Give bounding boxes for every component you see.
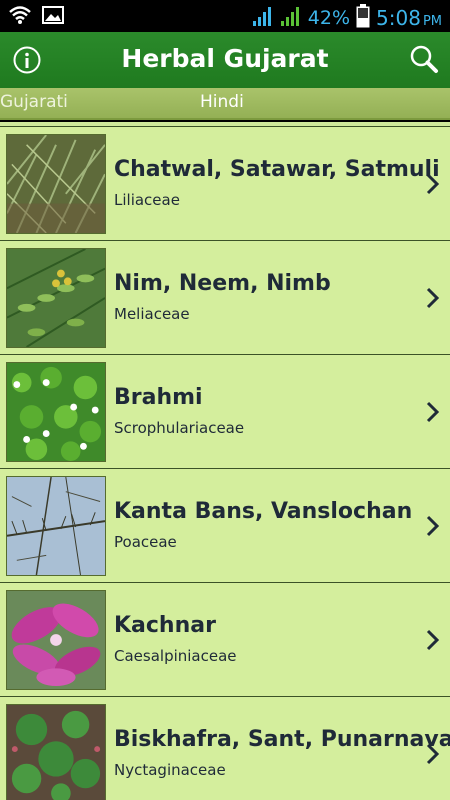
clock-ampm: PM	[422, 14, 442, 29]
clock: 5:08	[376, 6, 421, 30]
chevron-right-icon	[424, 171, 442, 197]
plant-family: Meliaceae	[114, 305, 190, 323]
plant-thumbnail	[6, 590, 106, 690]
status-bar: 42% 5:08 PM	[0, 0, 450, 32]
list-item[interactable]: Biskhafra, Sant, Punarnava Nyctaginaceae	[0, 696, 450, 800]
plant-list: Chatwal, Satawar, Satmuli Liliaceae Nim,…	[0, 122, 450, 800]
app-title: Herbal Gujarat	[121, 44, 329, 73]
plant-name: Biskhafra, Sant, Punarnava	[114, 727, 450, 752]
chevron-right-icon	[424, 285, 442, 311]
tab-hindi[interactable]: Hindi	[200, 92, 260, 112]
action-bar: Herbal Gujarat	[0, 32, 450, 88]
plant-family: Poaceae	[114, 533, 177, 551]
plant-thumbnail	[6, 134, 106, 234]
list-item[interactable]: Brahmi Scrophulariaceae	[0, 354, 450, 468]
wifi-icon	[8, 5, 32, 29]
list-item[interactable]: Kanta Bans, Vanslochan Poaceae	[0, 468, 450, 582]
list-item[interactable]: Chatwal, Satawar, Satmuli Liliaceae	[0, 126, 450, 240]
plant-family: Caesalpiniaceae	[114, 647, 237, 665]
plant-thumbnail	[6, 362, 106, 462]
plant-family: Scrophulariaceae	[114, 419, 245, 437]
chevron-right-icon	[424, 627, 442, 653]
chevron-right-icon	[424, 741, 442, 767]
chevron-right-icon	[424, 399, 442, 425]
gallery-icon	[42, 5, 64, 29]
plant-name: Kanta Bans, Vanslochan	[114, 499, 413, 524]
search-icon[interactable]	[408, 43, 440, 75]
tab-gujarati[interactable]: Gujarati	[0, 92, 70, 112]
chevron-right-icon	[424, 513, 442, 539]
battery-icon	[356, 4, 370, 32]
plant-family: Nyctaginaceae	[114, 761, 226, 779]
signal-2-icon	[280, 5, 302, 31]
list-item[interactable]: Kachnar Caesalpiniaceae	[0, 582, 450, 696]
plant-family: Liliaceae	[114, 191, 180, 209]
plant-thumbnail	[6, 704, 106, 800]
list-item[interactable]: Nim, Neem, Nimb Meliaceae	[0, 240, 450, 354]
plant-name: Kachnar	[114, 613, 216, 638]
battery-percent: 42%	[307, 7, 351, 29]
plant-name: Brahmi	[114, 385, 203, 410]
tab-strip: Gujarati Hindi	[0, 88, 450, 120]
plant-thumbnail	[6, 476, 106, 576]
signal-icon	[252, 5, 274, 31]
plant-name: Chatwal, Satawar, Satmuli	[114, 157, 440, 182]
plant-name: Nim, Neem, Nimb	[114, 271, 331, 296]
plant-thumbnail	[6, 248, 106, 348]
